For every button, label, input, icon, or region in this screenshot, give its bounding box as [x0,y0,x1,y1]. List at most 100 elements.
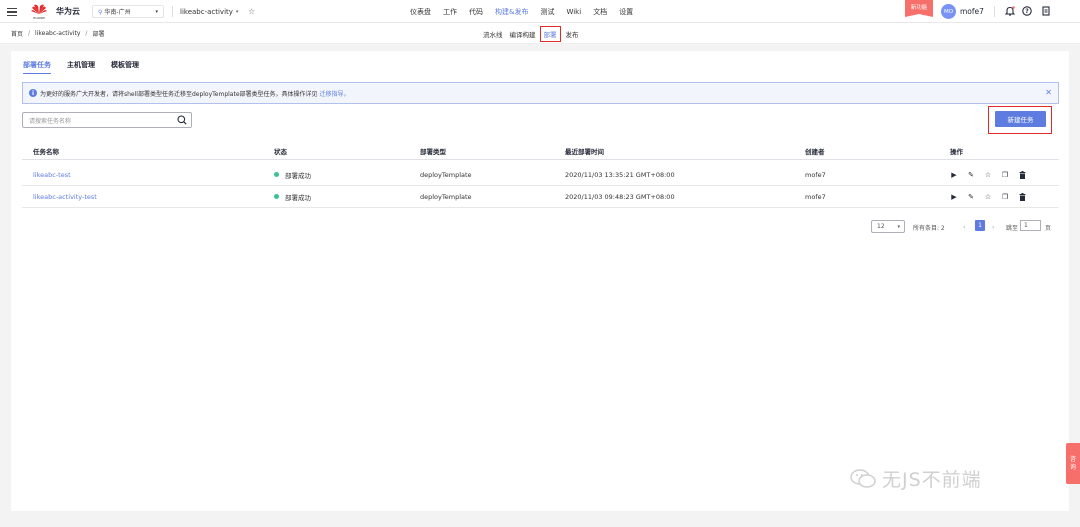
task-name-link[interactable]: likeabc-activity-test [33,193,97,201]
breadcrumb-current: 部署 [92,31,105,38]
chevron-down-icon: ▾ [235,8,239,15]
sub-header: 首页 / likeabc-activity / 部署 流水线 编译构建 部署 发布 [0,23,1080,44]
search-placeholder: 请搜索任务名称 [29,117,72,125]
top-nav-item[interactable]: 设置 [619,7,633,17]
svg-text:?: ? [1025,8,1029,15]
current-page[interactable]: 1 [975,220,985,231]
divider [994,6,995,17]
top-nav-item[interactable]: 测试 [540,7,554,17]
consult-side-tab[interactable]: 咨 询 [1066,443,1080,484]
project-select[interactable]: likeabc-activity ▾ [180,0,238,23]
deploy-type: deployTemplate [420,170,472,179]
star-icon[interactable]: ☆ [984,171,992,179]
tab-host-management[interactable]: 主机管理 [67,60,95,74]
status-text: 部署成功 [285,193,311,202]
delete-icon[interactable] [1018,170,1026,179]
chevron-down-icon: ▾ [897,223,900,230]
table-row: likeabc-activity-test 部署成功 deployTemplat… [22,186,1059,208]
region-select[interactable]: ⚲ 华南-广州 ▾ [92,5,164,18]
top-nav-item[interactable]: Wiki [566,8,581,16]
page-unit-label: 页 [1045,224,1052,232]
sub-nav-item[interactable]: 编译构建 [510,29,536,39]
huawei-logo[interactable]: HUAWEI [31,0,47,23]
brand-name[interactable]: 华为云 [56,0,80,23]
last-deploy-time: 2020/11/03 13:35:21 GMT+08:00 [565,170,675,179]
notification-bell-icon[interactable] [1004,5,1016,17]
top-nav: 仪表盘 工作 代码 构建&发布 测试 Wiki 文档 设置 [410,0,645,23]
top-bar: HUAWEI 华为云 ⚲ 华南-广州 ▾ likeabc-activity ▾ ☆ … [0,0,1080,23]
play-icon[interactable]: ▶ [950,171,958,179]
goto-page-input[interactable]: 1 [1020,220,1041,231]
play-icon[interactable]: ▶ [950,193,958,201]
top-nav-item[interactable]: 文档 [593,7,607,17]
breadcrumb-project[interactable]: likeabc-activity [35,30,80,37]
column-header: 部署类型 [420,148,446,156]
sub-nav-item[interactable]: 部署 [539,25,561,42]
status-dot [274,194,279,199]
breadcrumb: 首页 / likeabc-activity / 部署 [11,29,105,38]
close-icon[interactable]: ✕ [1045,88,1052,97]
total-count: 所有条目: 2 [913,224,945,232]
last-deploy-time: 2020/11/03 09:48:23 GMT+08:00 [565,192,675,201]
avatar[interactable]: MO [941,4,956,19]
row-actions: ▶ ✎ ☆ ❐ [950,164,1026,185]
copy-icon[interactable]: ❐ [1001,193,1009,201]
column-header: 任务名称 [33,148,59,156]
help-icon[interactable]: ? [1021,5,1033,17]
sub-nav-item[interactable]: 发布 [566,29,579,39]
region-label: 华南-广州 [104,9,131,16]
top-nav-item[interactable]: 代码 [469,7,483,17]
deploy-type: deployTemplate [420,192,472,201]
search-input[interactable]: 请搜索任务名称 [22,112,192,128]
next-page-icon[interactable]: › [992,220,994,234]
status-text: 部署成功 [285,171,311,180]
huawei-flower-icon [31,3,47,17]
tab-template-management[interactable]: 模板管理 [111,60,139,74]
favorite-star-icon[interactable]: ☆ [248,0,255,23]
edit-icon[interactable]: ✎ [967,171,975,179]
project-name: likeabc-activity [180,7,233,16]
main-panel: 部署任务 主机管理 模板管理 i 为更好的服务广大开发者，请将shell部署类型… [11,51,1069,511]
top-nav-item[interactable]: 仪表盘 [410,7,431,17]
create-task-button[interactable]: 新建任务 [995,111,1046,127]
column-header: 最近部署时间 [565,148,604,156]
side-tab-char: 咨 [1069,455,1076,463]
sub-nav: 流水线 编译构建 部署 发布 [483,23,586,44]
table-header: 任务名称 状态 部署类型 最近部署时间 创建者 操作 [22,146,1059,160]
location-pin-icon: ⚲ [98,9,103,16]
hamburger-menu-icon[interactable] [7,0,21,23]
table-row: likeabc-test 部署成功 deployTemplate 2020/11… [22,164,1059,186]
edit-icon[interactable]: ✎ [967,193,975,201]
migration-guide-link[interactable]: 迁移指导。 [320,89,350,98]
search-icon[interactable] [177,115,187,125]
row-actions: ▶ ✎ ☆ ❐ [950,186,1026,207]
new-feature-badge[interactable]: 新功能 [905,0,933,17]
sub-nav-item[interactable]: 流水线 [483,29,503,39]
username[interactable]: mofe7 [960,0,984,23]
goto-label: 跳至 [1006,224,1019,232]
column-header: 创建者 [805,148,825,156]
top-nav-item[interactable]: 构建&发布 [495,7,528,17]
notice-text: 为更好的服务广大开发者，请将shell部署类型任务迁移至deployTempla… [40,90,318,98]
watermark: 无JS不前端 [850,465,982,492]
breadcrumb-home[interactable]: 首页 [11,29,23,38]
migration-notice: i 为更好的服务广大开发者，请将shell部署类型任务迁移至deployTemp… [22,82,1059,104]
page-size-select[interactable]: 12 ▾ [871,220,905,233]
top-nav-item[interactable]: 工作 [443,7,457,17]
info-icon: i [29,89,37,97]
tab-deploy-tasks[interactable]: 部署任务 [23,60,51,74]
column-header: 状态 [274,148,287,156]
status-dot [274,172,279,177]
prev-page-icon[interactable]: ‹ [963,220,965,234]
creator: mofe7 [805,192,826,201]
chevron-down-icon: ▾ [155,8,158,15]
divider [172,6,173,17]
copy-icon[interactable]: ❐ [1001,171,1009,179]
star-icon[interactable]: ☆ [984,193,992,201]
creator: mofe7 [805,170,826,179]
document-icon[interactable] [1040,5,1052,17]
wechat-icon [850,468,876,489]
delete-icon[interactable] [1018,192,1026,201]
task-name-link[interactable]: likeabc-test [33,171,71,179]
side-tab-char: 询 [1069,463,1076,471]
